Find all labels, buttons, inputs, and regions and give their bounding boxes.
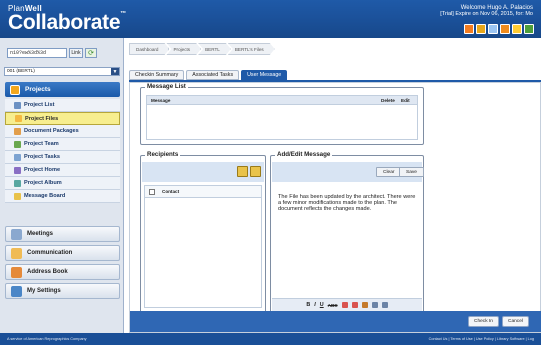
recipients-toolbar xyxy=(142,162,264,182)
underline-button[interactable]: U xyxy=(320,302,324,308)
sidebar-item-document-packages[interactable]: Document Packages xyxy=(5,125,120,138)
undo-icon[interactable] xyxy=(341,302,348,308)
header-toolbar xyxy=(464,24,534,34)
communication-icon xyxy=(11,247,22,259)
link-button[interactable]: Link xyxy=(69,48,83,58)
tab-checkin-summary[interactable]: Checkin Summary xyxy=(129,70,185,80)
sidebar-group-communication[interactable]: Communication xyxy=(5,245,120,261)
brand-logo: Collaborate™ xyxy=(8,11,126,34)
projects-section-header[interactable]: Projects xyxy=(5,82,120,97)
meetings-icon xyxy=(11,228,22,240)
sidebar-item-project-tasks[interactable]: Project Tasks xyxy=(5,151,120,164)
sidebar-item-project-list[interactable]: Project List xyxy=(5,99,120,112)
home-icon[interactable] xyxy=(464,24,474,34)
footer: A service of American Reprographics Comp… xyxy=(0,333,541,345)
breadcrumb-projects[interactable]: Projects xyxy=(166,43,201,55)
recipients-list xyxy=(144,198,262,308)
bold-button[interactable]: B xyxy=(306,302,310,308)
bullet-list-icon[interactable] xyxy=(371,302,378,308)
breadcrumb: Dashboard Projects BERTL BERTL's Files xyxy=(129,43,272,55)
sidebar-group-meetings[interactable]: Meetings xyxy=(5,226,120,242)
package-icon xyxy=(14,127,21,135)
message-list-title: Message List xyxy=(145,83,188,90)
check-in-button[interactable]: Check In xyxy=(468,316,499,327)
team-icon xyxy=(14,140,21,148)
recipients-title: Recipients xyxy=(145,151,181,158)
address-book-icon xyxy=(11,266,22,278)
tasks-icon xyxy=(14,153,21,161)
breadcrumb-dashboard[interactable]: Dashboard xyxy=(129,43,169,55)
sidebar-group-address-book[interactable]: Address Book xyxy=(5,264,120,280)
message-icon xyxy=(14,192,21,200)
link-icon[interactable] xyxy=(361,302,368,308)
recipients-header: Contact xyxy=(144,185,262,198)
tab-associated-tasks[interactable]: Associated Tasks xyxy=(186,70,240,80)
redo-icon[interactable] xyxy=(351,302,358,308)
list-icon xyxy=(14,101,21,109)
refresh-icon[interactable]: ⟳ xyxy=(85,48,97,58)
add-recipient-icon[interactable] xyxy=(237,166,248,177)
chevron-down-icon[interactable]: ▼ xyxy=(111,68,119,75)
sidebar-group-my-settings[interactable]: My Settings xyxy=(5,283,120,299)
help-icon[interactable] xyxy=(524,24,534,34)
tab-user-message[interactable]: User Message xyxy=(241,70,288,80)
remove-recipient-icon[interactable] xyxy=(250,166,261,177)
project-id-field[interactable]: n10?ew%3d%3d xyxy=(7,48,67,58)
sidebar-item-project-album[interactable]: Project Album xyxy=(5,177,120,190)
tab-content: Message List Message Delete Edit Recipie… xyxy=(129,82,541,333)
sidebar-item-message-board[interactable]: Message Board xyxy=(5,190,120,203)
sidebar-item-project-files[interactable]: Project Files xyxy=(5,112,120,125)
recipients-panel: Recipients Contact xyxy=(140,151,266,313)
sidebar-item-project-home[interactable]: Project Home xyxy=(5,164,120,177)
footer-links[interactable]: Contact Us | Terms of Use | Use Policy |… xyxy=(429,337,534,341)
projects-icon xyxy=(10,84,20,95)
breadcrumb-files[interactable]: BERTL's Files xyxy=(228,43,275,55)
numbered-list-icon[interactable] xyxy=(381,302,388,308)
calendar-icon[interactable] xyxy=(476,24,486,34)
cancel-button[interactable]: Cancel xyxy=(502,316,529,327)
edit-message-title: Add/Edit Message xyxy=(275,151,333,158)
tab-bar: Checkin Summary Associated Tasks User Me… xyxy=(129,70,288,80)
projects-submenu: Project List Project Files Document Pack… xyxy=(5,99,120,203)
grid-icon[interactable] xyxy=(488,24,498,34)
welcome-text: Welcome Hugo A. Palacios [Trial] Expire … xyxy=(440,5,533,17)
home-icon xyxy=(14,166,21,174)
close-icon[interactable] xyxy=(500,24,510,34)
folder-icon[interactable] xyxy=(512,24,522,34)
strikethrough-button[interactable]: ABC xyxy=(328,303,338,308)
message-list-body xyxy=(146,105,418,140)
italic-button[interactable]: I xyxy=(314,302,316,308)
save-button[interactable]: Save xyxy=(399,167,424,177)
settings-icon xyxy=(11,285,22,297)
formatting-toolbar: B I U ABC xyxy=(272,298,422,311)
edit-message-panel: Add/Edit Message Clear Save The File has… xyxy=(270,151,424,313)
sidebar-item-project-team[interactable]: Project Team xyxy=(5,138,120,151)
breadcrumb-project[interactable]: BERTL xyxy=(198,43,231,55)
sidebar: n10?ew%3d%3d Link ⟳ 001 (BERTL) ▼ Projec… xyxy=(0,38,124,333)
app-header: PlanWell Collaborate™ Welcome Hugo A. Pa… xyxy=(0,0,541,38)
folder-icon xyxy=(15,115,22,122)
select-all-checkbox[interactable] xyxy=(149,188,155,195)
action-bar: Check In Cancel xyxy=(130,311,541,332)
message-editor[interactable]: The File has been updated by the archite… xyxy=(278,194,418,213)
main-panel: Dashboard Projects BERTL BERTL's Files C… xyxy=(125,38,541,333)
album-icon xyxy=(14,179,21,187)
clear-button[interactable]: Clear xyxy=(376,167,402,177)
message-list-header: Message Delete Edit xyxy=(146,95,418,105)
project-select[interactable]: 001 (BERTL) ▼ xyxy=(4,67,120,76)
message-list-panel: Message List Message Delete Edit xyxy=(140,83,424,145)
edit-message-toolbar: Clear Save xyxy=(272,162,424,182)
id-row: n10?ew%3d%3d Link ⟳ xyxy=(7,48,97,58)
